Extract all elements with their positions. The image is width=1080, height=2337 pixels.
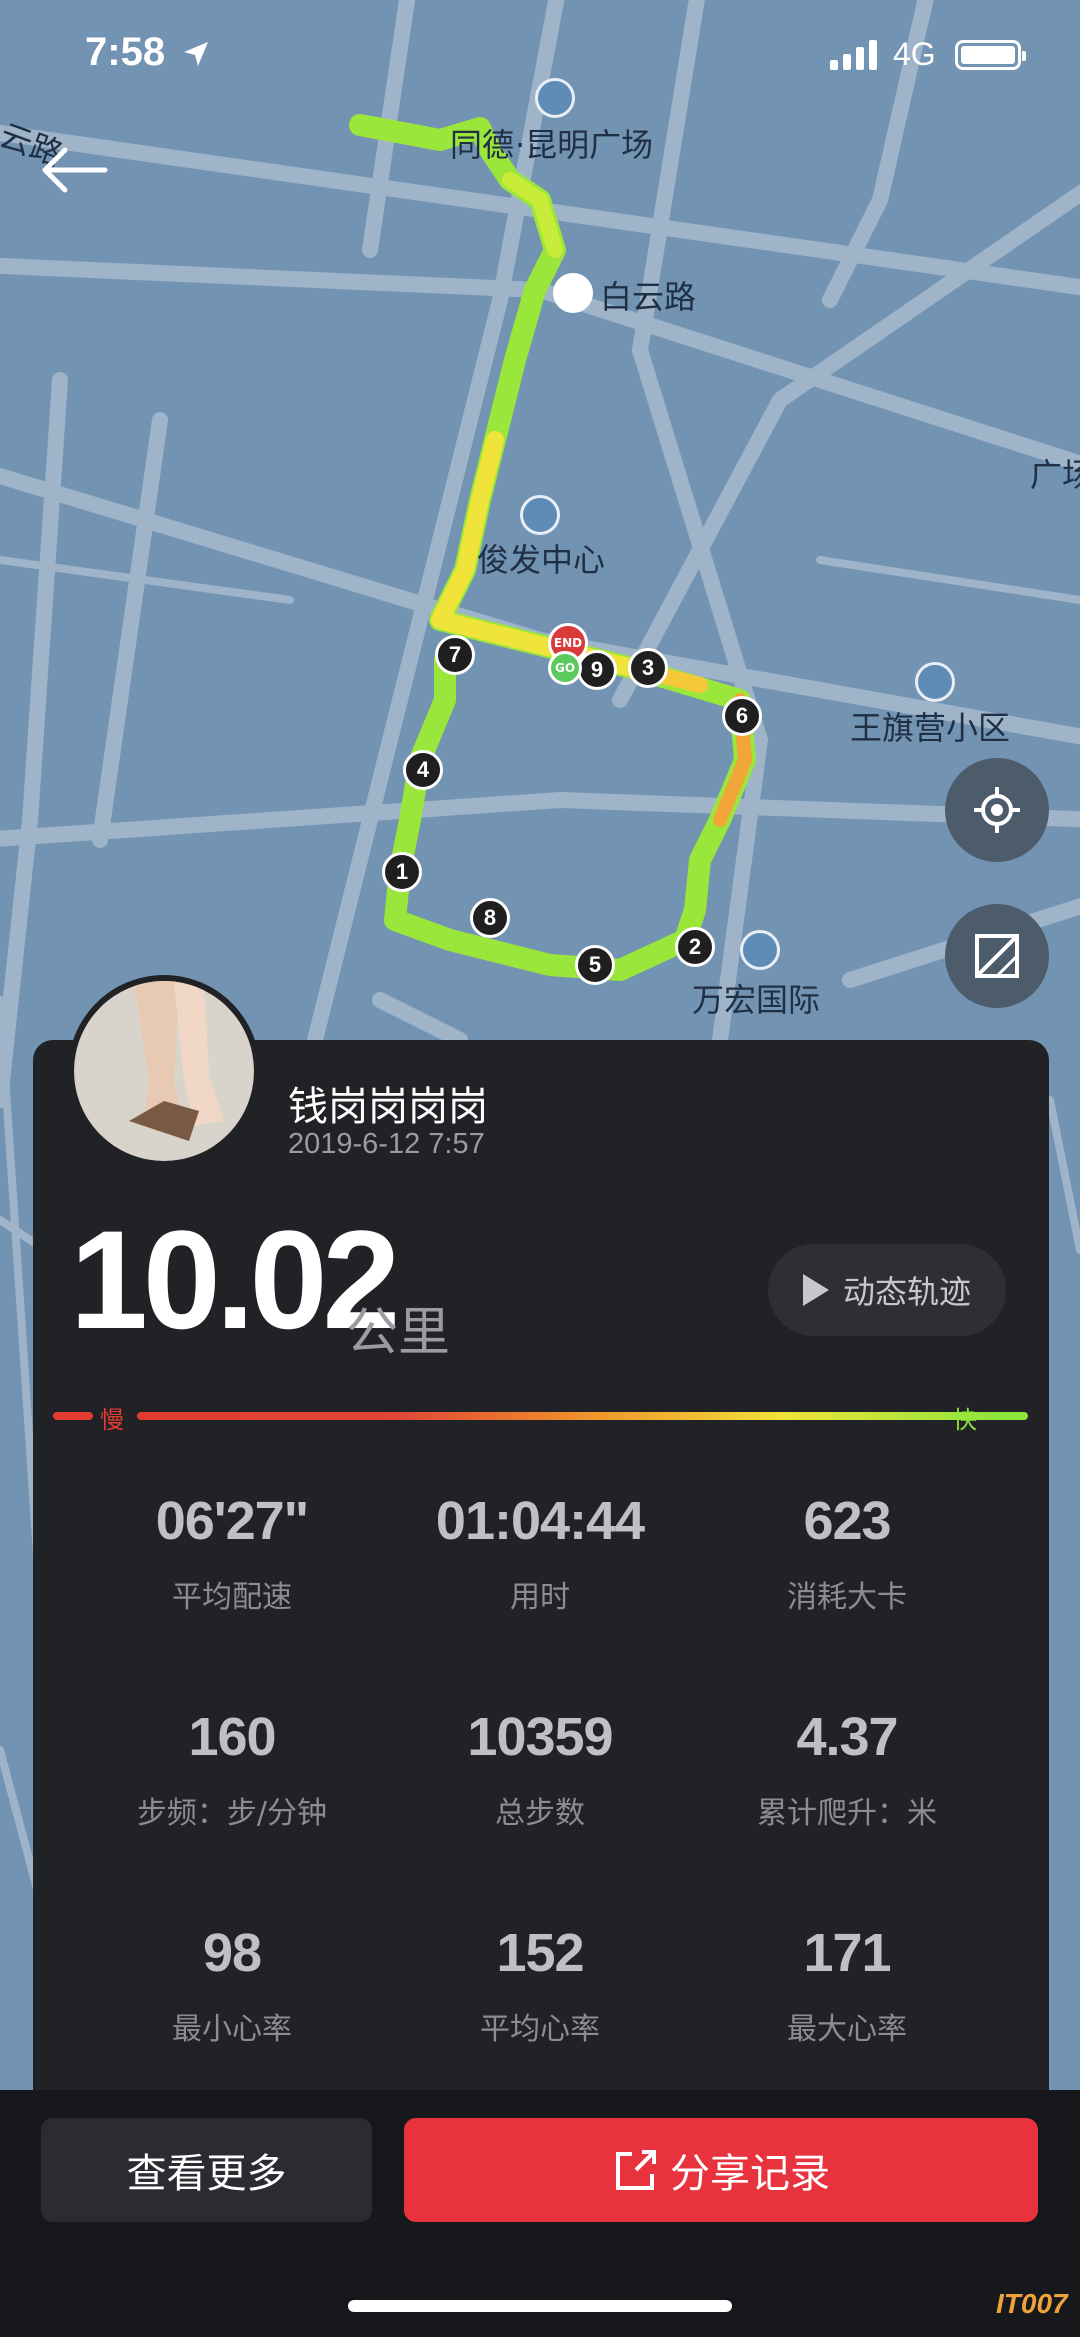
avatar[interactable] [68,975,260,1167]
avatar-image [74,981,254,1161]
stat-value: 4.37 [796,1707,898,1767]
stat-avg-pace: 06'27" 平均配速 [67,1490,397,1616]
poi-building-icon [915,662,955,702]
poi-building-icon [520,495,560,535]
stat-elevation-gain: 4.37 累计爬升：米 [682,1706,1012,1832]
stat-value: 160 [188,1707,276,1767]
locate-button[interactable] [945,758,1049,862]
stat-label: 累计爬升：米 [757,1796,937,1831]
status-bar: 7:58 4G [0,0,1080,120]
start-marker[interactable]: GO [548,651,582,685]
map-layers-icon [975,934,1019,978]
stat-max-heart-rate: 171 最大心率 [682,1922,1012,2048]
stat-value: 171 [803,1923,891,1983]
map-label-guangchang-edge: 广场 [1030,456,1080,494]
battery-icon [955,40,1026,70]
locate-icon [974,787,1020,833]
stat-label: 最小心率 [172,2012,292,2047]
km-marker-2[interactable]: 2 [675,927,715,967]
pace-legend-bar [53,1412,1028,1422]
dynamic-track-button[interactable]: 动态轨迹 [768,1244,1006,1336]
stat-avg-heart-rate: 152 平均心率 [375,1922,705,2048]
stat-label: 步频：步/分钟 [136,1796,328,1831]
stat-label: 消耗大卡 [787,1580,907,1615]
share-icon [616,2150,656,2190]
share-record-label: 分享记录 [670,2151,830,2197]
stat-value: 01:04:44 [435,1491,645,1551]
stat-calories: 623 消耗大卡 [682,1490,1012,1616]
km-marker-5[interactable]: 5 [575,945,615,985]
poi-building-icon [740,930,780,970]
status-time: 7:58 [85,30,166,74]
km-marker-3[interactable]: 3 [628,648,668,688]
dynamic-track-label: 动态轨迹 [842,1273,971,1311]
map-label-plaza-prefix: 同德 [450,126,515,164]
back-arrow-icon[interactable] [35,140,115,200]
map-label-junfa: 俊发中心 [477,541,606,579]
stat-label: 平均心率 [480,2012,600,2047]
distance-unit: 公里 [346,1303,451,1363]
map-label-wangqi: 王旗营小区 [850,709,1011,747]
user-name: 钱岗岗岗岗 [288,1084,488,1130]
map-label-plaza: ·昆明广场 [515,126,654,164]
view-more-button[interactable]: 查看更多 [41,2118,372,2222]
km-marker-6[interactable]: 6 [722,696,762,736]
watermark: IT007 [996,2288,1068,2319]
network-type: 4G [893,36,936,72]
stat-value: 152 [496,1923,584,1983]
map-layers-button[interactable] [945,904,1049,1008]
play-icon [802,1274,829,1306]
stat-duration: 01:04:44 用时 [375,1490,705,1616]
map-label-wanhong: 万宏国际 [692,981,821,1019]
stat-value: 06'27" [155,1491,310,1551]
stat-cadence: 160 步频：步/分钟 [67,1706,397,1832]
home-indicator[interactable] [348,2300,732,2312]
stat-value: 623 [803,1491,891,1551]
km-marker-4[interactable]: 4 [403,750,443,790]
run-datetime: 2019-6-12 7:57 [288,1128,485,1160]
map-label-baiyun-station: 白云路 [600,278,697,316]
signal-icon [830,40,877,70]
stat-value: 98 [202,1923,262,1983]
stat-value: 10359 [467,1707,613,1767]
stat-min-heart-rate: 98 最小心率 [67,1922,397,2048]
km-marker-8[interactable]: 8 [470,898,510,938]
stat-total-steps: 10359 总步数 [375,1706,705,1832]
location-arrow-icon [184,42,208,66]
share-record-button[interactable]: 分享记录 [404,2118,1038,2222]
stat-label: 总步数 [495,1796,585,1831]
metro-station-icon [553,273,593,313]
stat-label: 平均配速 [172,1580,292,1615]
stat-label: 最大心率 [787,2012,907,2047]
km-marker-1[interactable]: 1 [382,852,422,892]
km-marker-7[interactable]: 7 [435,635,475,675]
stat-label: 用时 [510,1580,570,1615]
pace-fast-label: 快 [953,1406,977,1434]
pace-slow-label: 慢 [100,1406,124,1434]
